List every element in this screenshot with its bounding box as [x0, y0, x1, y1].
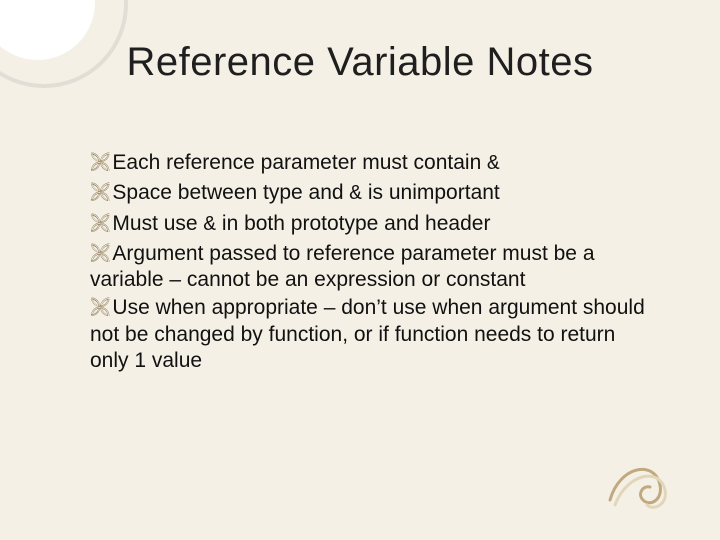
- bullet-icon: 🙨: [90, 213, 110, 235]
- bullet-text-pre: Use when appropriate – don’t use when ar…: [90, 296, 645, 372]
- bullet-icon: 🙨: [90, 182, 110, 204]
- bullet-text-pre: Each reference parameter must contain: [112, 151, 487, 174]
- bullet-list: 🙨Each reference parameter must contain &…: [90, 150, 650, 376]
- list-item: 🙨Use when appropriate – don’t use when a…: [90, 295, 650, 374]
- bullet-icon: 🙨: [90, 243, 110, 265]
- bullet-code: &: [203, 214, 216, 237]
- bullet-text-pre: Must use: [112, 212, 203, 235]
- bullet-text-pre: Argument passed to reference parameter m…: [90, 242, 595, 291]
- list-item: 🙨Each reference parameter must contain &: [90, 150, 650, 178]
- bullet-text-post: is unimportant: [362, 181, 500, 204]
- list-item: 🙨Space between type and & is unimportant: [90, 180, 650, 208]
- bullet-icon: 🙨: [90, 152, 110, 174]
- list-item: 🙨Argument passed to reference parameter …: [90, 241, 650, 294]
- bullet-code: &: [349, 183, 362, 206]
- bullet-code: &: [487, 153, 500, 176]
- swirl-icon: [605, 445, 695, 515]
- bullet-text-post: in both prototype and header: [216, 212, 490, 235]
- bullet-text-pre: Space between type and: [112, 181, 349, 204]
- slide-title: Reference Variable Notes: [0, 40, 720, 85]
- list-item: 🙨Must use & in both prototype and header: [90, 211, 650, 239]
- bullet-icon: 🙨: [90, 297, 110, 319]
